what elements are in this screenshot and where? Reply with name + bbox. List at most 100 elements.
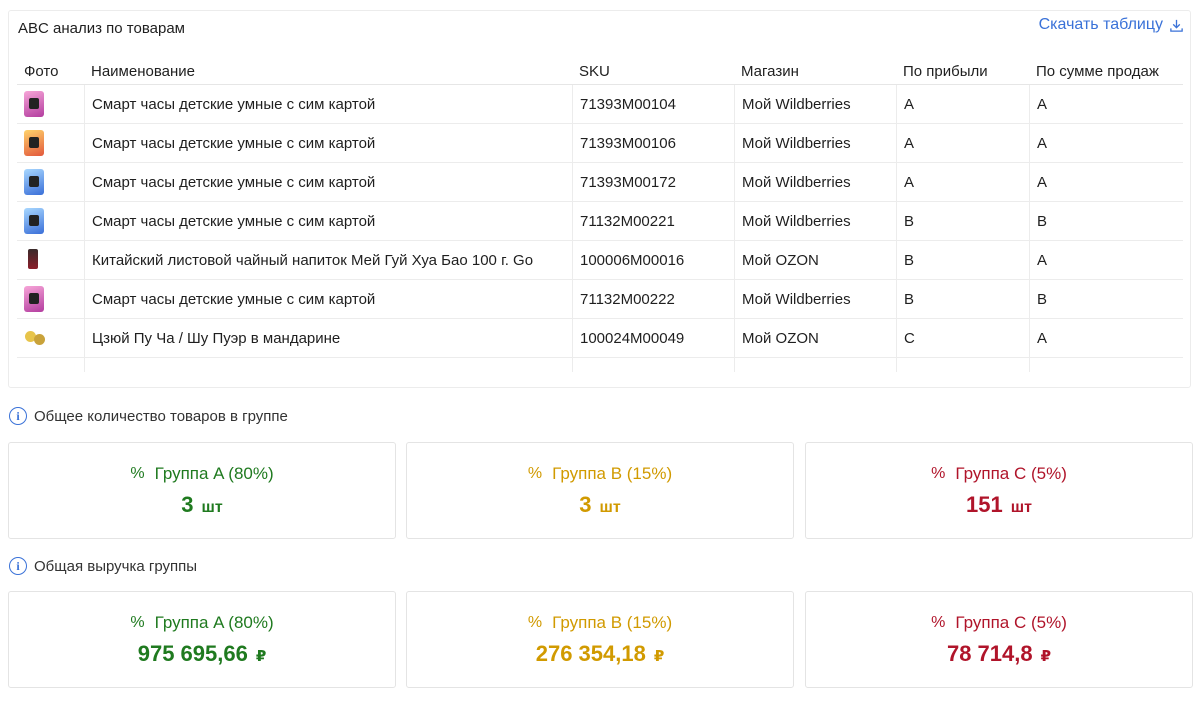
name-cell: Смарт часы детские умные с сим картой [84,124,572,162]
count-section-label: i Общее количество товаров в группе [9,407,288,425]
abc-table: Фото Наименование SKU Магазин По прибыли… [17,58,1183,372]
value-number: 975 695,66 [137,640,248,666]
name-cell: Цзюй Пу Ча / Шу Пуэр в мандарине [84,319,572,357]
sales-cell: A [1029,241,1183,279]
profit-cell: A [896,85,1029,123]
shop-cell [734,358,896,372]
group-label: Группа C (5%) [955,612,1067,632]
col-shop[interactable]: Магазин [734,58,896,84]
table-body[interactable]: Смарт часы детские умные с сим картой 713… [17,85,1183,372]
col-profit[interactable]: По прибыли [896,58,1029,84]
sales-cell: A [1029,319,1183,357]
product-thumbnail[interactable] [24,91,44,117]
profit-cell: B [896,280,1029,318]
table-row[interactable]: Смарт часы детские умные с сим картой 713… [17,85,1183,124]
sku-cell: 71132M00222 [572,280,734,318]
shop-cell: Мой OZON [734,241,896,279]
percent-icon: % [931,613,946,631]
table-row[interactable]: Китайский листовой чайный напиток Мей Гу… [17,241,1183,280]
value-number: 3 [181,491,194,517]
group-card: % Группа B (15%) 276 354,18 ₽ [406,591,794,688]
download-table-button[interactable]: Скачать таблицу [1039,16,1184,34]
sku-cell [572,358,734,372]
group-title: % Группа B (15%) [528,464,672,484]
product-thumbnail[interactable] [24,247,42,273]
sku-cell: 100006M00016 [572,241,734,279]
table-row[interactable]: Смарт часы детские умные с сим картой 713… [17,163,1183,202]
photo-cell [17,85,84,123]
group-label: Группа B (15%) [552,612,673,632]
photo-cell [17,202,84,240]
group-card: % Группа A (80%) 975 695,66 ₽ [8,591,396,688]
col-name[interactable]: Наименование [84,58,572,84]
photo-cell [17,124,84,162]
table-header: Фото Наименование SKU Магазин По прибыли… [17,58,1183,85]
shop-cell: Мой Wildberries [734,163,896,201]
photo-cell [17,358,84,372]
count-section-title: Общее количество товаров в группе [34,407,288,425]
col-photo[interactable]: Фото [17,58,84,84]
sku-cell: 71132M00221 [572,202,734,240]
table-row[interactable] [17,358,1183,372]
download-label: Скачать таблицу [1038,16,1163,33]
photo-cell [17,241,84,279]
sales-cell [1029,358,1183,372]
value-unit: ₽ [653,647,665,665]
profit-cell: A [896,163,1029,201]
name-cell [84,358,572,372]
shop-cell: Мой Wildberries [734,202,896,240]
name-cell: Смарт часы детские умные с сим картой [84,202,572,240]
name-cell: Смарт часы детские умные с сим картой [84,85,572,123]
product-thumbnail[interactable] [24,325,48,351]
value-unit: ₽ [1040,647,1052,665]
shop-cell: Мой OZON [734,319,896,357]
table-row[interactable]: Смарт часы детские умные с сим картой 711… [17,202,1183,241]
group-label: Группа A (80%) [154,612,274,632]
profit-cell: B [896,241,1029,279]
percent-icon: % [527,613,543,631]
abc-table-card: ABC анализ по товарам Скачать таблицу Фо… [8,10,1191,388]
group-title: % Группа C (5%) [931,613,1067,633]
group-label: Группа B (15%) [552,463,673,483]
group-label: Группа C (5%) [955,463,1067,483]
group-card: % Группа A (80%) 3 шт [8,442,396,539]
profit-cell: C [896,319,1029,357]
group-label: Группа A (80%) [154,463,274,483]
product-thumbnail[interactable] [24,130,44,156]
product-thumbnail[interactable] [24,169,44,195]
col-sales[interactable]: По сумме продаж [1029,58,1183,84]
group-title: % Группа A (80%) [130,464,273,484]
group-title: % Группа A (80%) [130,613,273,633]
info-icon[interactable]: i [9,407,27,425]
product-thumbnail[interactable] [24,286,44,312]
product-thumbnail[interactable] [24,208,44,234]
profit-cell: A [896,124,1029,162]
value-unit: ₽ [255,647,267,665]
sku-cell: 71393M00106 [572,124,734,162]
table-row[interactable]: Смарт часы детские умные с сим картой 713… [17,124,1183,163]
name-cell: Китайский листовой чайный напиток Мей Гу… [84,241,572,279]
group-card: % Группа C (5%) 78 714,8 ₽ [805,591,1193,688]
name-cell: Смарт часы детские умные с сим картой [84,280,572,318]
revenue-section-label: i Общая выручка группы [9,557,197,575]
shop-cell: Мой Wildberries [734,85,896,123]
value-number: 151 [966,491,1003,517]
photo-cell [17,163,84,201]
percent-icon: % [130,613,145,631]
shop-cell: Мой Wildberries [734,124,896,162]
sku-cell: 71393M00104 [572,85,734,123]
value-number: 3 [579,491,592,517]
sku-cell: 71393M00172 [572,163,734,201]
col-sku[interactable]: SKU [572,58,734,84]
sales-cell: A [1029,163,1183,201]
table-row[interactable]: Смарт часы детские умные с сим картой 711… [17,280,1183,319]
info-icon[interactable]: i [9,557,27,575]
sales-cell: B [1029,280,1183,318]
group-title: % Группа C (5%) [931,464,1067,484]
sales-cell: A [1029,85,1183,123]
photo-cell [17,280,84,318]
photo-cell [17,319,84,357]
sku-cell: 100024M00049 [572,319,734,357]
sales-cell: A [1029,124,1183,162]
table-row[interactable]: Цзюй Пу Ча / Шу Пуэр в мандарине 100024M0… [17,319,1183,358]
